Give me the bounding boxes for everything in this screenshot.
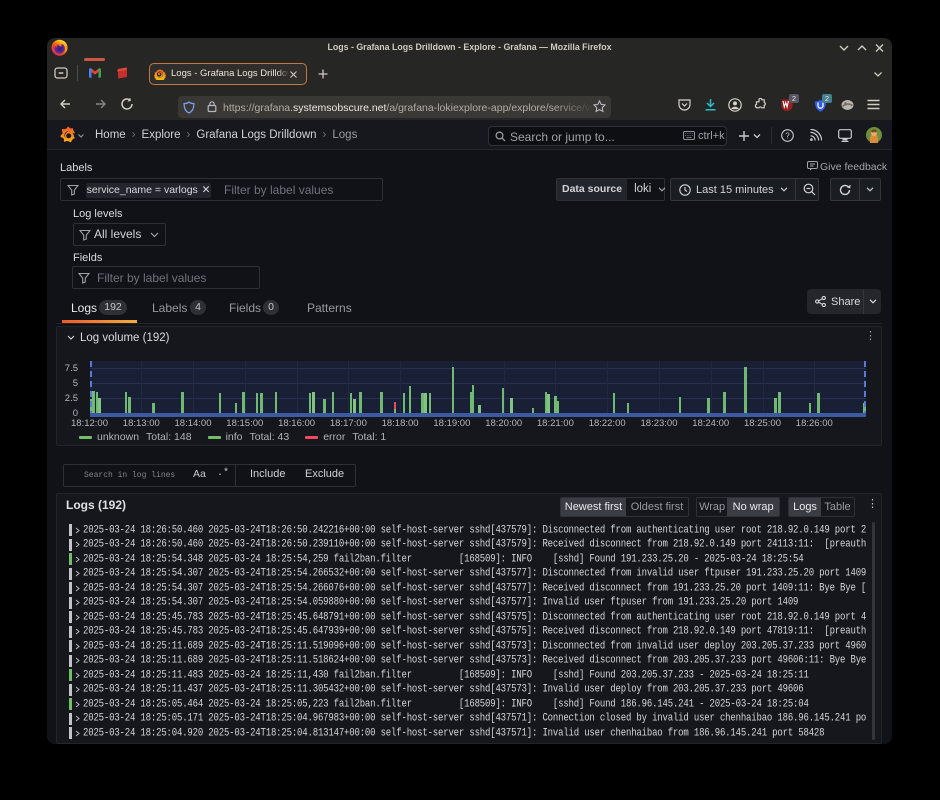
svg-text:?: ?: [785, 131, 790, 140]
